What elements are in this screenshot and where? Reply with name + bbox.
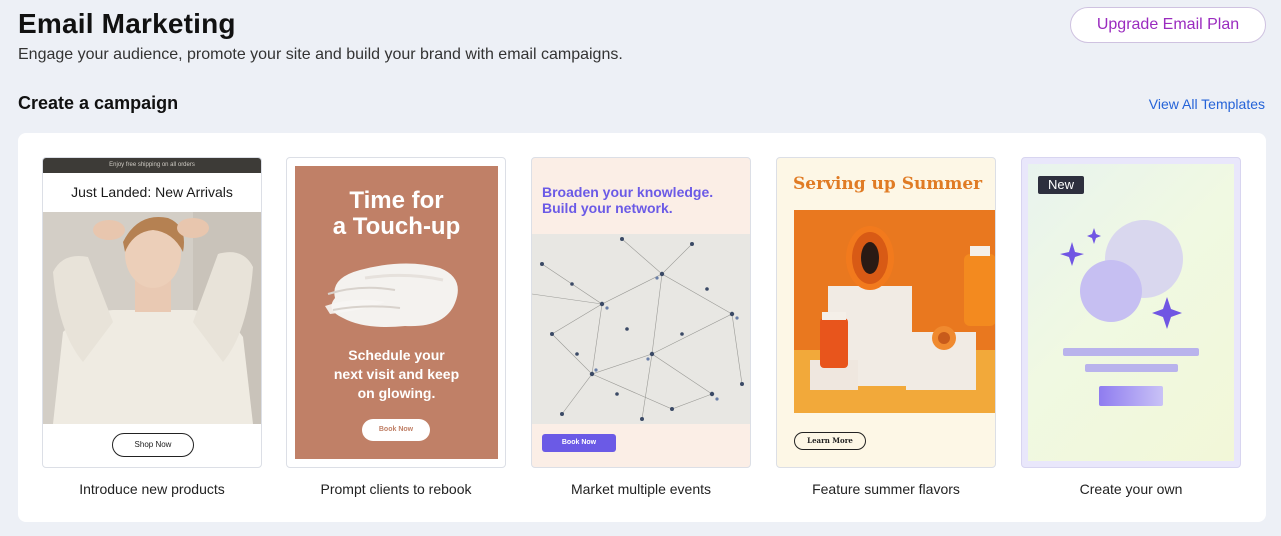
template-caption: Prompt clients to rebook [320,481,472,497]
cream-swatch-icon [325,263,458,327]
learn-more-button: Learn More [794,432,866,450]
template-headline: Serving up Summer [793,174,983,194]
templates-panel: Enjoy free shipping on all orders Just L… [18,133,1266,522]
template-photo [43,212,261,424]
template-card-rebook[interactable]: Time for a Touch-up Schedule your next v… [286,157,506,468]
blank-template-illustration [1060,220,1199,406]
template-caption: Create your own [1079,481,1183,497]
template-headline: Time for a Touch-up [332,187,461,240]
page-title: Email Marketing [18,8,236,39]
template-card-new-products[interactable]: Enjoy free shipping on all orders Just L… [42,157,262,468]
template-headline: Broaden your knowledge. Build your netwo… [542,184,714,216]
view-all-templates-link[interactable]: View All Templates [1149,96,1265,112]
template-card-create-your-own[interactable]: New [1021,157,1241,468]
upgrade-email-plan-button[interactable]: Upgrade Email Plan [1070,7,1266,43]
book-now-button: Book Now [362,419,430,441]
template-caption: Market multiple events [570,481,712,497]
shop-now-button: Shop Now [112,433,194,457]
template-headline: Just Landed: New Arrivals [71,184,233,200]
template-caption: Feature summer flavors [812,481,960,497]
template-photo [794,210,995,413]
template-card-events[interactable]: Broaden your knowledge. Build your netwo… [531,157,751,468]
template-body-text: Schedule your next visit and keep on glo… [333,347,460,401]
template-background: New [1028,164,1234,461]
book-now-button: Book Now [542,434,616,452]
section-title: Create a campaign [18,93,179,113]
page-subtitle: Engage your audience, promote your site … [18,46,623,63]
template-caption: Introduce new products [79,481,225,497]
template-card-summer[interactable]: Serving up Summer Learn More [776,157,996,468]
template-background: Time for a Touch-up Schedule your next v… [295,166,498,459]
new-badge: New [1038,176,1084,194]
template-photo [532,234,750,424]
template-topbar-text: Enjoy free shipping on all orders [43,158,261,173]
